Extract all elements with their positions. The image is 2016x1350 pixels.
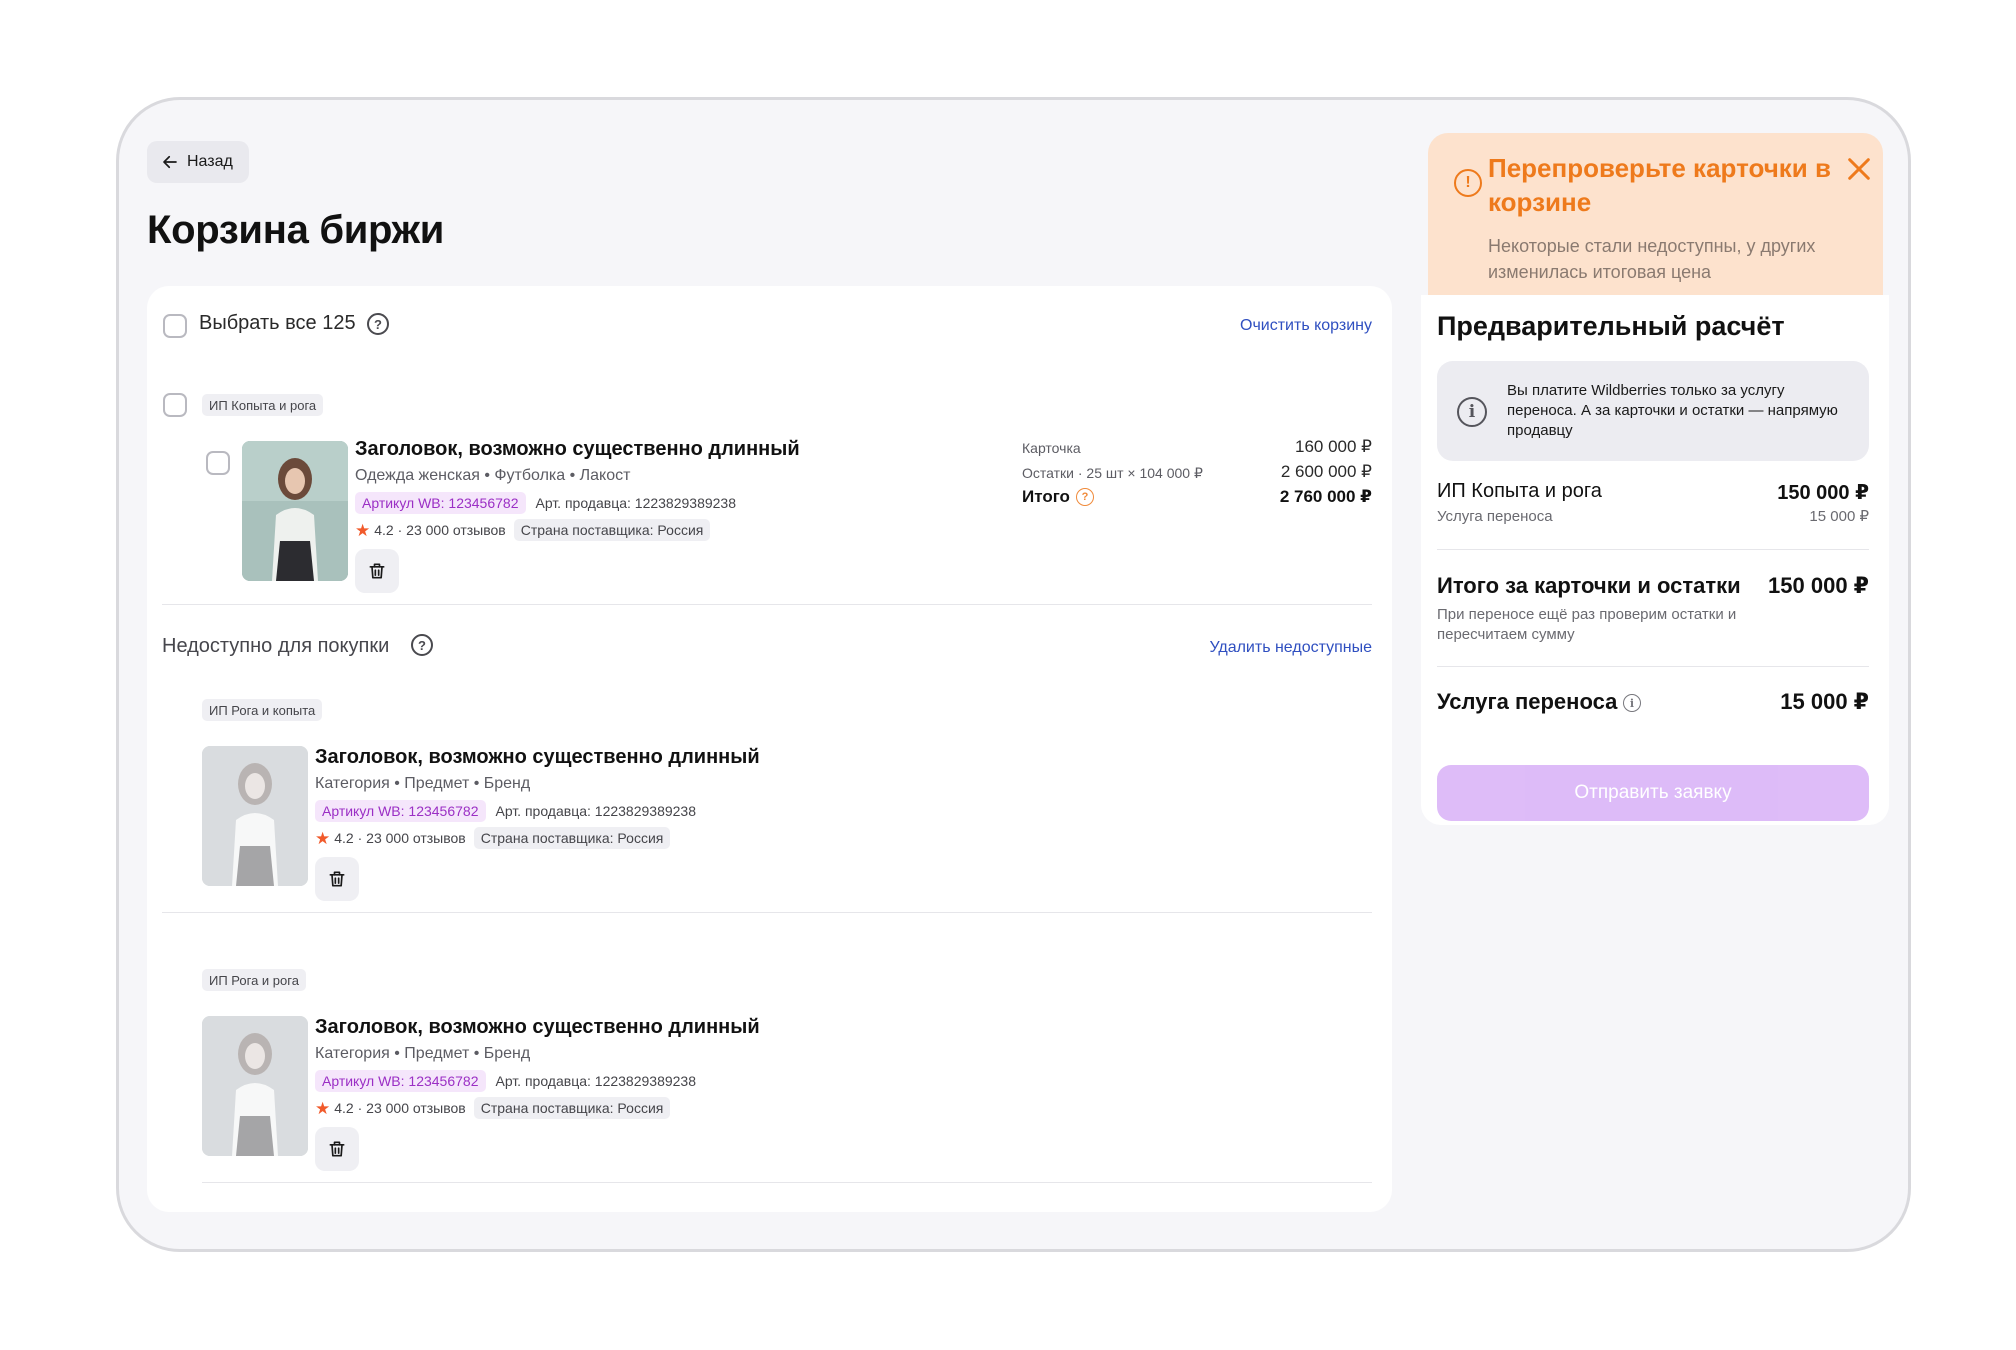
seller-group-checkbox[interactable] bbox=[163, 393, 187, 417]
seller-tag: ИП Рога и рога bbox=[202, 969, 306, 991]
seller-tag: ИП Рога и копыта bbox=[202, 699, 323, 721]
info-box: i Вы платите Wildberries только за услуг… bbox=[1437, 361, 1869, 461]
country-badge: Страна поставщика: Россия bbox=[513, 519, 711, 541]
product-image[interactable] bbox=[242, 441, 348, 581]
seller-article: Арт. продавца: 1223829389238 bbox=[535, 495, 737, 511]
trash-icon bbox=[329, 871, 345, 887]
seller-service-label: Услуга переноса bbox=[1437, 508, 1553, 525]
article-wb-badge[interactable]: Артикул WB: 123456782 bbox=[315, 1070, 486, 1092]
service-amount: 15 000 ₽ bbox=[1780, 689, 1869, 714]
recheck-alert: ! Перепроверьте карточки в корзине Некот… bbox=[1428, 133, 1883, 300]
delete-item-button[interactable] bbox=[315, 1127, 359, 1171]
alert-text: Некоторые стали недоступны, у других изм… bbox=[1488, 236, 1816, 282]
back-button-label: Назад bbox=[187, 153, 233, 170]
item-articles: Артикул WB: 123456782 Арт. продавца: 122… bbox=[315, 800, 698, 822]
article-wb-badge[interactable]: Артикул WB: 123456782 bbox=[315, 800, 486, 822]
card-price-value: 160 000 ₽ bbox=[1295, 437, 1372, 456]
rating: ★ 4.2 · 23 000 отзывов bbox=[315, 827, 466, 849]
seller-tag: ИП Копыта и рога bbox=[202, 394, 324, 416]
device-frame: Назад Корзина биржи Выбрать все 125 ? Оч… bbox=[116, 97, 1911, 1252]
help-icon[interactable]: ? bbox=[411, 634, 433, 656]
seller-service-amount: 15 000 ₽ bbox=[1809, 508, 1869, 525]
service-info-icon[interactable]: i bbox=[1623, 694, 1641, 712]
info-icon: i bbox=[1457, 397, 1487, 427]
seller-article: Арт. продавца: 1223829389238 bbox=[495, 1073, 697, 1089]
page-title: Корзина биржи bbox=[147, 208, 444, 252]
divider bbox=[162, 604, 1372, 605]
total-note: При переносе ещё раз проверим остатки и … bbox=[1437, 606, 1737, 643]
rating-text: 4.2 · 23 000 отзывов bbox=[334, 1100, 466, 1116]
rating-text: 4.2 · 23 000 отзывов bbox=[374, 522, 506, 538]
cart-card: Выбрать все 125 ? Очистить корзину ИП Ко… bbox=[147, 286, 1392, 1212]
rating: ★ 4.2 · 23 000 отзывов bbox=[315, 1097, 466, 1119]
seller-amount: 150 000 ₽ bbox=[1777, 482, 1869, 504]
trash-icon bbox=[329, 1141, 345, 1157]
star-icon: ★ bbox=[315, 1098, 331, 1118]
item-title[interactable]: Заголовок, возможно существенно длинный bbox=[355, 438, 800, 461]
arrow-left-icon bbox=[163, 155, 177, 169]
select-all-label: Выбрать все 125 bbox=[199, 312, 356, 334]
unavailable-title: Недоступно для покупки bbox=[162, 635, 390, 657]
item-articles: Артикул WB: 123456782 Арт. продавца: 122… bbox=[355, 492, 738, 514]
item-subtitle: Категория • Предмет • Бренд bbox=[315, 1045, 531, 1062]
item-meta: ★ 4.2 · 23 000 отзывов Страна поставщика:… bbox=[355, 519, 711, 541]
total-amount: 150 000 ₽ bbox=[1768, 573, 1869, 598]
remove-unavailable-button[interactable]: Удалить недоступные bbox=[1209, 639, 1372, 657]
rating: ★ 4.2 · 23 000 отзывов bbox=[355, 519, 506, 541]
clear-cart-button[interactable]: Очистить корзину bbox=[1240, 317, 1372, 335]
trash-icon bbox=[369, 563, 385, 579]
help-icon[interactable]: ? bbox=[367, 313, 389, 335]
item-title[interactable]: Заголовок, возможно существенно длинный bbox=[315, 1016, 760, 1039]
screen: Назад Корзина биржи Выбрать все 125 ? Оч… bbox=[119, 100, 1908, 1249]
summary-title: Предварительный расчёт bbox=[1437, 311, 1785, 341]
divider bbox=[202, 1182, 1372, 1183]
total-help-icon[interactable]: ? bbox=[1076, 488, 1094, 506]
alert-title: Перепроверьте карточки в корзине bbox=[1488, 153, 1831, 217]
product-image[interactable] bbox=[202, 746, 308, 886]
total-price-value: 2 760 000 ₽ bbox=[1279, 487, 1372, 506]
product-image[interactable] bbox=[202, 1016, 308, 1156]
item-meta: ★ 4.2 · 23 000 отзывов Страна поставщика:… bbox=[315, 1097, 671, 1119]
stock-price-value: 2 600 000 ₽ bbox=[1280, 462, 1372, 481]
item-title[interactable]: Заголовок, возможно существенно длинный bbox=[315, 746, 760, 769]
close-icon bbox=[1848, 158, 1870, 180]
seller-article: Арт. продавца: 1223829389238 bbox=[495, 803, 697, 819]
item-subtitle: Одежда женская • Футболка • Лакост bbox=[355, 467, 631, 484]
total-label: Итого за карточки и остатки bbox=[1437, 573, 1741, 598]
back-button[interactable]: Назад bbox=[147, 141, 249, 183]
star-icon: ★ bbox=[355, 520, 371, 540]
submit-request-button[interactable]: Отправить заявку bbox=[1437, 765, 1869, 821]
select-all-checkbox[interactable] bbox=[163, 314, 187, 338]
star-icon: ★ bbox=[315, 828, 331, 848]
divider bbox=[1437, 666, 1869, 667]
total-price-label: Итого bbox=[1022, 487, 1070, 506]
item-meta: ★ 4.2 · 23 000 отзывов Страна поставщика:… bbox=[315, 827, 671, 849]
rating-text: 4.2 · 23 000 отзывов bbox=[334, 830, 466, 846]
item-subtitle: Категория • Предмет • Бренд bbox=[315, 775, 531, 792]
product-photo-illustration bbox=[202, 746, 308, 886]
seller-name: ИП Копыта и рога bbox=[1437, 480, 1602, 502]
item-articles: Артикул WB: 123456782 Арт. продавца: 122… bbox=[315, 1070, 698, 1092]
close-alert-button[interactable] bbox=[1843, 153, 1875, 185]
warning-icon: ! bbox=[1454, 169, 1482, 197]
info-text: Вы платите Wildberries только за услугу … bbox=[1507, 382, 1838, 439]
delete-item-button[interactable] bbox=[315, 857, 359, 901]
service-label: Услуга переноса bbox=[1437, 689, 1618, 714]
product-photo-illustration bbox=[242, 441, 348, 581]
country-badge: Страна поставщика: Россия bbox=[473, 1097, 671, 1119]
product-photo-illustration bbox=[202, 1016, 308, 1156]
card-price-label: Карточка bbox=[1022, 440, 1081, 456]
summary-panel: Предварительный расчёт i Вы платите Wild… bbox=[1421, 295, 1889, 825]
divider bbox=[162, 912, 1372, 913]
country-badge: Страна поставщика: Россия bbox=[473, 827, 671, 849]
item-checkbox[interactable] bbox=[206, 451, 230, 475]
article-wb-badge[interactable]: Артикул WB: 123456782 bbox=[355, 492, 526, 514]
delete-item-button[interactable] bbox=[355, 549, 399, 593]
divider bbox=[1437, 549, 1869, 550]
